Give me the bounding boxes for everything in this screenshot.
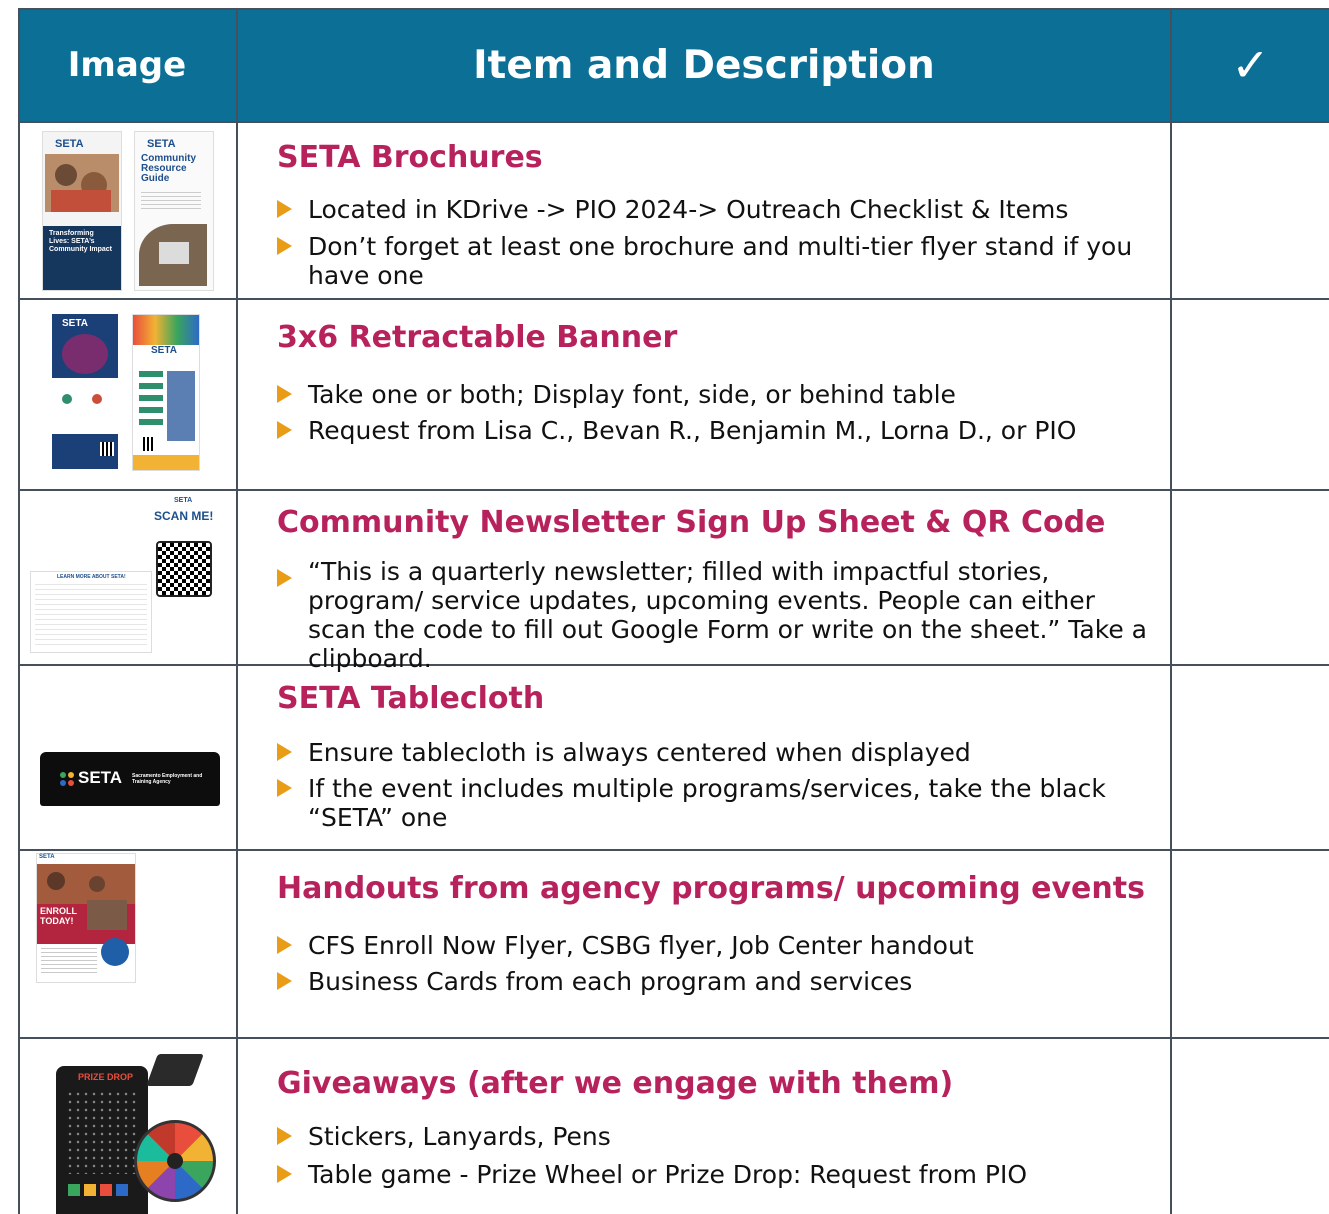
bullet-item: Located in KDrive -> PIO 2024-> Outreach… bbox=[277, 195, 1157, 224]
row-title: SETA Tablecloth bbox=[277, 681, 545, 716]
arrow-icon bbox=[277, 200, 292, 218]
bullet-item: Ensure tablecloth is always centered whe… bbox=[277, 738, 1157, 767]
bullet-item: Don’t forget at least one brochure and m… bbox=[277, 232, 1157, 290]
checklist-row-banner: 3x6 Retractable Banner Take one or both;… bbox=[238, 300, 1170, 489]
bullet-item: Stickers, Lanyards, Pens bbox=[277, 1122, 1157, 1151]
brochure-caption-box: Transforming Lives: SETA’s Community Imp… bbox=[43, 226, 121, 290]
arrow-icon bbox=[277, 779, 292, 797]
prize-drop-board: PRIZE DROP bbox=[56, 1066, 148, 1214]
handout-image: SETA ENROLL TODAY! bbox=[36, 853, 136, 983]
prize-drop-label: PRIZE DROP bbox=[78, 1072, 134, 1082]
banner-image: SETA SETA bbox=[52, 314, 200, 471]
arrow-icon bbox=[277, 1165, 292, 1183]
grid-line bbox=[1170, 8, 1172, 1214]
bullet-item: If the event includes multiple programs/… bbox=[277, 774, 1157, 832]
giveaway-image: PRIZE DROP bbox=[52, 1050, 216, 1214]
bullet-item: Request from Lisa C., Bevan R., Benjamin… bbox=[277, 416, 1157, 445]
banner-left: SETA bbox=[52, 314, 118, 469]
prize-wheel-icon bbox=[134, 1120, 216, 1202]
enroll-label: ENROLL TODAY! bbox=[40, 906, 77, 926]
brochure-image: SETA Transforming Lives: SETA’s Communit… bbox=[42, 131, 214, 291]
arrow-icon bbox=[277, 972, 292, 990]
checklist-row-tablecloth: SETA Tablecloth Ensure tablecloth is alw… bbox=[238, 666, 1170, 849]
row-title: SETA Brochures bbox=[277, 140, 543, 175]
grid-line bbox=[18, 8, 20, 1214]
seta-logo: SETA bbox=[55, 138, 84, 150]
grid-line bbox=[18, 8, 1329, 10]
bullet-item: Table game - Prize Wheel or Prize Drop: … bbox=[277, 1160, 1157, 1189]
arrow-icon bbox=[277, 237, 292, 255]
qr-code-icon bbox=[156, 541, 212, 597]
checklist-row-newsletter: Community Newsletter Sign Up Sheet & QR … bbox=[238, 491, 1170, 673]
arrow-icon bbox=[277, 936, 292, 954]
banner-right: SETA bbox=[132, 314, 200, 471]
row-title: 3x6 Retractable Banner bbox=[277, 320, 678, 355]
bullet-item: Take one or both; Display font, side, or… bbox=[277, 380, 1157, 409]
bullet-item: “This is a quarterly newsletter; filled … bbox=[277, 557, 1157, 673]
arrow-icon bbox=[277, 743, 292, 761]
scan-me-label: SCAN ME! bbox=[154, 509, 214, 523]
checklist-row-brochures: SETA Brochures Located in KDrive -> PIO … bbox=[238, 123, 1170, 298]
row-title: Handouts from agency programs/ upcoming … bbox=[277, 871, 1145, 906]
photo bbox=[45, 154, 119, 212]
newsletter-image: SETA SCAN ME! LEARN MORE ABOUT SETA! bbox=[30, 497, 220, 657]
arrow-icon bbox=[277, 385, 292, 403]
resource-guide: SETA Community Resource Guide bbox=[134, 131, 214, 291]
photo bbox=[139, 224, 207, 286]
row-title: Community Newsletter Sign Up Sheet & QR … bbox=[277, 505, 1106, 540]
bullet-item: Business Cards from each program and ser… bbox=[277, 967, 1157, 996]
brochure-front: SETA Transforming Lives: SETA’s Communit… bbox=[42, 131, 122, 291]
seta-logo: SETA bbox=[78, 768, 123, 787]
signup-sheet: LEARN MORE ABOUT SETA! bbox=[30, 571, 152, 653]
arrow-icon bbox=[277, 569, 292, 587]
arrow-icon bbox=[277, 1127, 292, 1145]
bullet-item: CFS Enroll Now Flyer, CSBG flyer, Job Ce… bbox=[277, 931, 1157, 960]
arrow-icon bbox=[277, 421, 292, 439]
checklist-row-handouts: Handouts from agency programs/ upcoming … bbox=[238, 851, 1170, 1037]
tablecloth-image: SETA Sacramento Employment and Training … bbox=[40, 752, 220, 806]
tablet-icon bbox=[146, 1054, 204, 1086]
row-title: Giveaways (after we engage with them) bbox=[277, 1066, 954, 1101]
checklist-row-giveaways: Giveaways (after we engage with them) St… bbox=[238, 1039, 1170, 1214]
